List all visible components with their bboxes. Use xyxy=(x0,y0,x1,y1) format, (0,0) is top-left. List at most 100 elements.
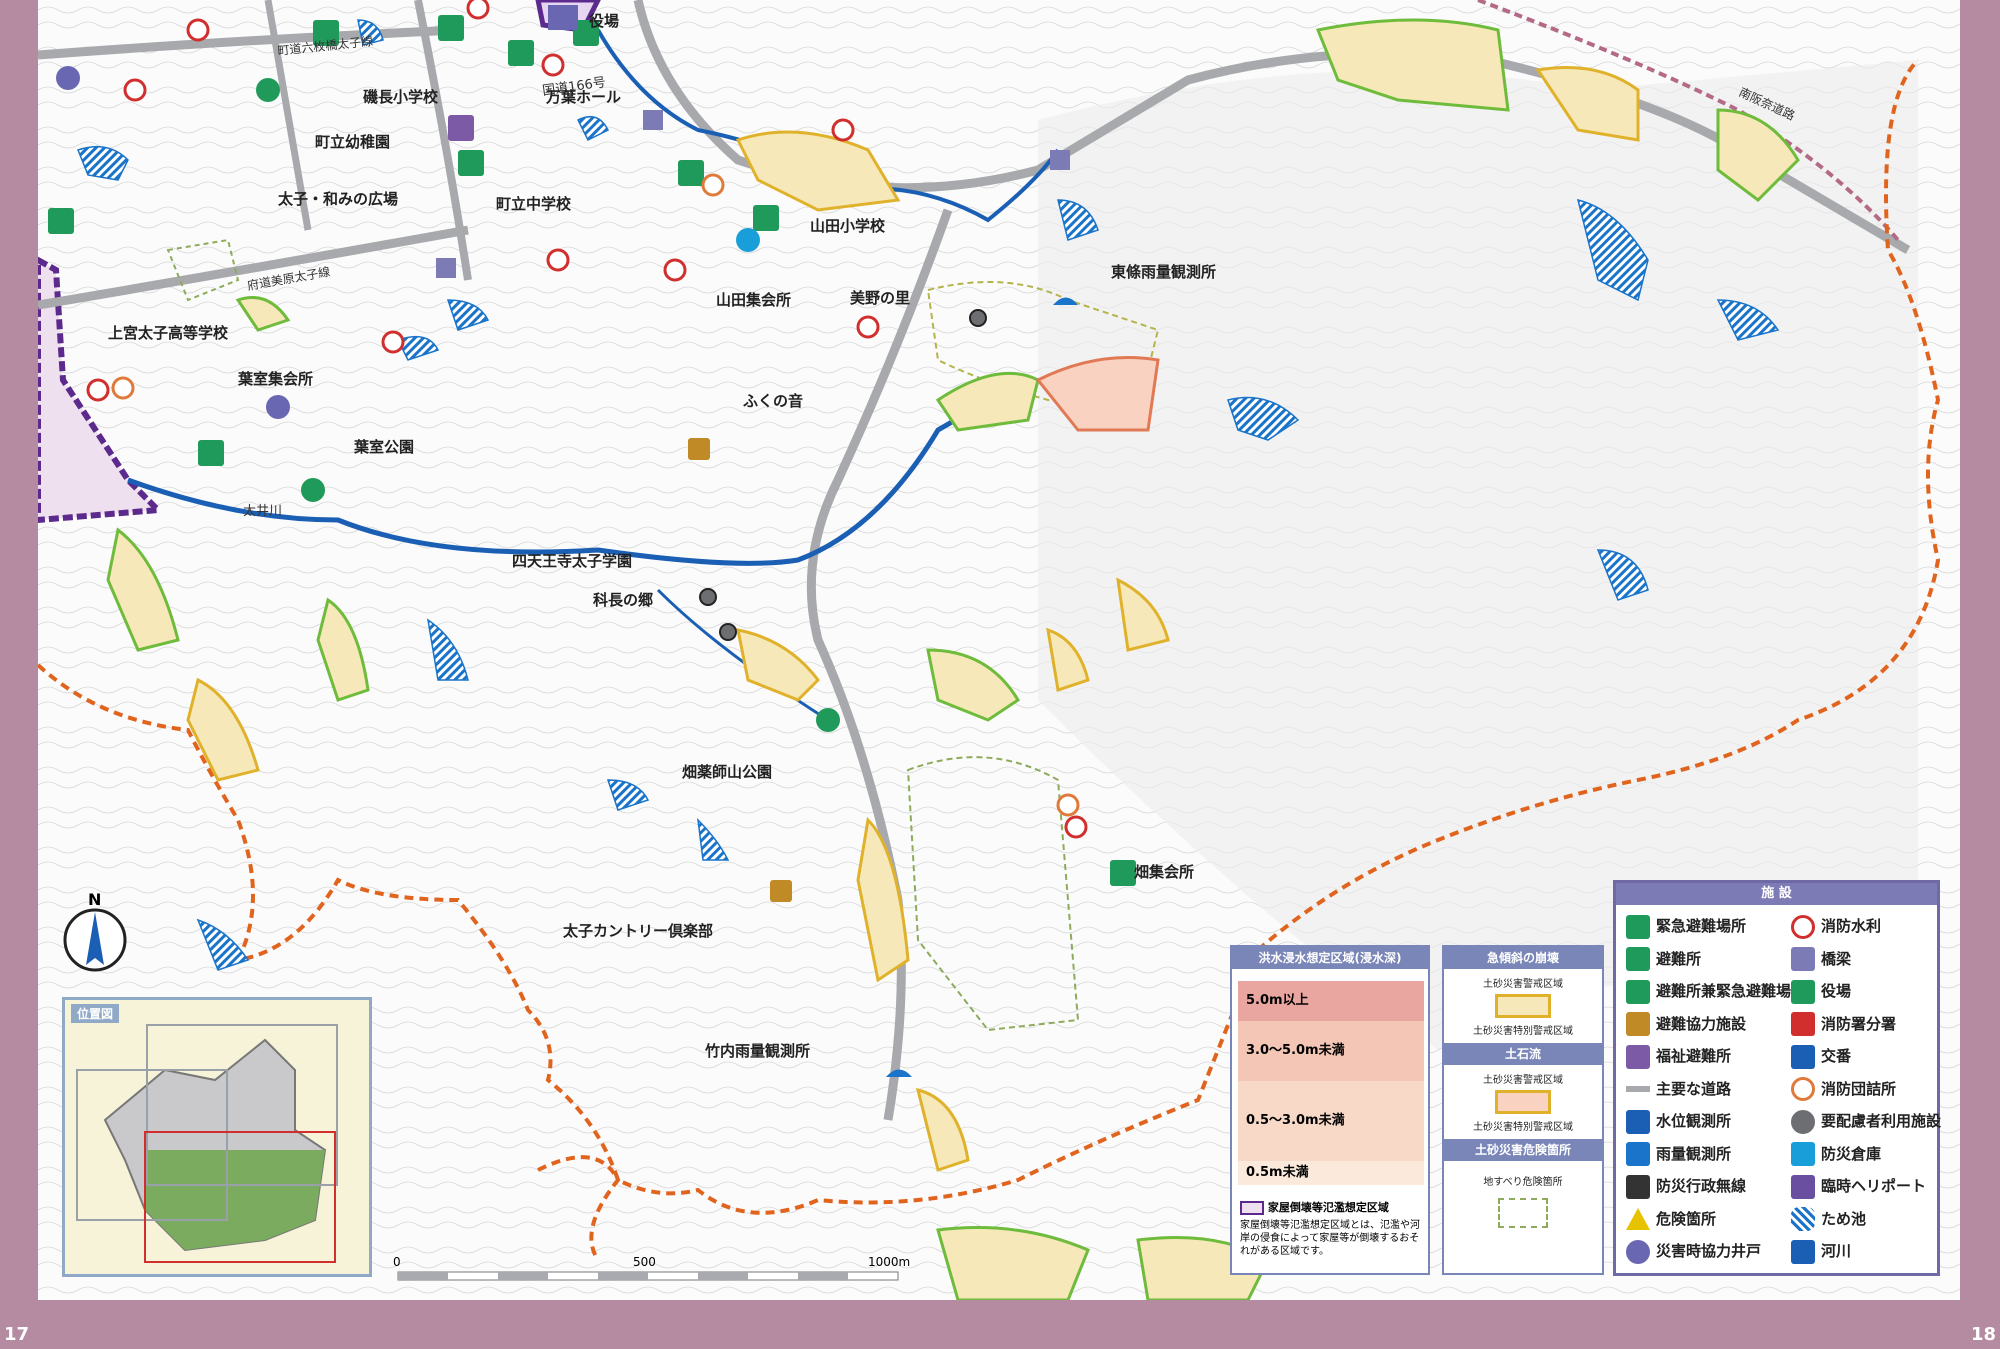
police-box-icon xyxy=(1791,1044,1815,1069)
legend-label: ため池 xyxy=(1821,1209,1867,1228)
legend-label: 防災倉庫 xyxy=(1821,1144,1882,1163)
pond-icon xyxy=(1791,1207,1815,1231)
debris-special: 土砂災害特別警戒区域 xyxy=(1473,1122,1573,1133)
north-arrow xyxy=(63,908,127,972)
label-takenouchi: 竹内雨量観測所 xyxy=(705,1042,811,1060)
label-country: 太子カントリー倶楽部 xyxy=(563,922,714,940)
label-chugakko: 町立中学校 xyxy=(496,195,572,213)
label-shinaga: 科長の郷 xyxy=(593,591,654,609)
label-minonosato: 美野の里 xyxy=(850,289,911,307)
flood-level-2: 3.0〜5.0m未満 xyxy=(1238,1021,1424,1081)
facility-legend-title: 施 設 xyxy=(1616,883,1937,905)
legend-item: 河川 xyxy=(1791,1236,1851,1266)
label-yamada-sho: 山田小学校 xyxy=(810,217,886,235)
legend-label: 防災行政無線 xyxy=(1656,1177,1747,1195)
scale-500: 500 xyxy=(633,1255,656,1269)
legend-item: 主要な道路 xyxy=(1626,1074,1731,1104)
legend-item: 災害時協力井戸 xyxy=(1626,1236,1761,1266)
legend-label: 河川 xyxy=(1821,1242,1852,1260)
label-yakuba: 役場 xyxy=(589,12,620,30)
steep-special: 土砂災害特別警戒区域 xyxy=(1473,1026,1573,1037)
label-manyo: 万葉ホール xyxy=(546,88,622,106)
legend-label: 雨量観測所 xyxy=(1656,1144,1732,1163)
facility-legend: 施 設 緊急避難場所 避難所避難所兼緊急避難場所避難協力施設 福祉避難所主要な道路水… xyxy=(1613,880,1941,1276)
legend-label: 災害時協力井戸 xyxy=(1656,1242,1762,1260)
rain-gauge-icon xyxy=(1626,1142,1650,1166)
steep-slope-title: 急傾斜の崩壊 xyxy=(1444,947,1602,969)
sediment-legend: 急傾斜の崩壊 土砂災害警戒区域 土砂災害特別警戒区域 土石流 土砂災害警戒区域 … xyxy=(1442,945,1604,1275)
cooperation-facility-icon xyxy=(1626,1012,1650,1036)
legend-label: 避難所 xyxy=(1656,949,1702,968)
legend-item: 防災行政無線 xyxy=(1626,1171,1746,1201)
river-icon xyxy=(1791,1239,1815,1264)
emergency-evacuation-icon xyxy=(1626,914,1650,939)
fire-brigade-icon xyxy=(1791,1077,1815,1101)
legend-label: 緊急避難場所 xyxy=(1656,917,1747,935)
legend-item: 福祉避難所 xyxy=(1626,1041,1731,1071)
legend-label: 消防団詰所 xyxy=(1821,1079,1897,1098)
north-label: N xyxy=(88,890,101,909)
landslide-label: 地すべり危険箇所 xyxy=(1483,1177,1563,1188)
scale-0: 0 xyxy=(393,1255,401,1269)
river-label: 太井川 xyxy=(243,504,282,519)
legend-item: 避難所 xyxy=(1626,944,1701,974)
steep-swatch xyxy=(1495,994,1551,1018)
label-fukunone: ふくの音 xyxy=(743,392,804,410)
legend-label: 危険箇所 xyxy=(1656,1209,1717,1228)
collapse-swatch xyxy=(1240,1201,1264,1215)
radio-icon xyxy=(1626,1174,1650,1199)
shelter-icon xyxy=(1626,947,1650,971)
legend-item: 危険箇所 xyxy=(1626,1204,1716,1234)
label-hiroba: 太子・和みの広場 xyxy=(278,190,399,208)
debris-title: 土石流 xyxy=(1444,1043,1602,1065)
collapse-note: 家屋倒壊等氾濫想定区域とは、氾濫や河岸の侵食によって家屋等が倒壊するおそれがある… xyxy=(1240,1220,1420,1257)
well-icon xyxy=(1626,1239,1650,1264)
legend-label: 消防署分署 xyxy=(1821,1014,1897,1033)
warehouse-icon xyxy=(1791,1142,1815,1166)
legend-item: 水位観測所 xyxy=(1626,1106,1731,1136)
label-hata-shukai: 畑集会所 xyxy=(1134,863,1195,881)
debris-warn: 土砂災害警戒区域 xyxy=(1483,1075,1563,1086)
water-gauge-icon xyxy=(1626,1109,1650,1134)
legend-item: 消防署分署 xyxy=(1791,1009,1896,1039)
legend-label: 消防水利 xyxy=(1821,917,1882,935)
label-shitennoji: 四天王寺太子学園 xyxy=(512,552,633,570)
label-hamuro-shukai: 葉室集会所 xyxy=(238,370,314,388)
collapse-legend: 家屋倒壊等氾濫想定区域 xyxy=(1240,1199,1389,1215)
collapse-label: 家屋倒壊等氾濫想定区域 xyxy=(1267,1201,1389,1214)
label-isonaga: 磯長小学校 xyxy=(363,88,439,106)
main-road-icon xyxy=(1626,1086,1650,1092)
label-hamuro-koen: 葉室公園 xyxy=(354,438,415,456)
legend-item: 防災倉庫 xyxy=(1791,1139,1881,1169)
flood-levels: 5.0m以上 3.0〜5.0m未満 0.5〜3.0m未満 0.5m未満 xyxy=(1238,975,1424,1195)
label-yochien: 町立幼稚園 xyxy=(315,133,391,151)
label-kamimiya: 上宮太子高等学校 xyxy=(108,324,229,342)
label-tojo: 東條雨量観測所 xyxy=(1111,263,1217,281)
legend-item: 役場 xyxy=(1791,976,1851,1006)
legend-item: 避難所兼緊急避難場所 xyxy=(1626,976,1806,1006)
legend-item: 緊急避難場所 xyxy=(1626,911,1746,941)
welfare-shelter-icon xyxy=(1626,1044,1650,1069)
label-yamada-shukai: 山田集会所 xyxy=(716,291,792,309)
legend-label: 主要な道路 xyxy=(1656,1079,1732,1098)
scale-bar xyxy=(397,1271,899,1281)
legend-item: 避難協力施設 xyxy=(1626,1009,1746,1039)
flood-legend-title: 洪水浸水想定区域(浸水深) xyxy=(1232,947,1428,969)
care-facility-icon xyxy=(1791,1109,1815,1134)
legend-item: 橋梁 xyxy=(1791,944,1851,974)
danger-icon xyxy=(1626,1208,1650,1230)
legend-label: 避難所兼緊急避難場所 xyxy=(1656,982,1807,1000)
steep-warn: 土砂災害警戒区域 xyxy=(1483,979,1563,990)
legend-item: 消防団詰所 xyxy=(1791,1074,1896,1104)
flood-legend: 洪水浸水想定区域(浸水深) 5.0m以上 3.0〜5.0m未満 0.5〜3.0m… xyxy=(1230,945,1430,1275)
legend-label: 橋梁 xyxy=(1821,949,1852,968)
location-map-shape xyxy=(76,1024,338,1263)
label-yakushiyama: 畑薬師山公園 xyxy=(682,763,773,781)
page-number-right: 18 xyxy=(1970,1324,1996,1345)
town-office-icon xyxy=(1791,979,1815,1004)
legend-label: 臨時ヘリポート xyxy=(1821,1177,1927,1195)
shelter-emergency-icon xyxy=(1626,979,1650,1004)
legend-label: 水位観測所 xyxy=(1656,1112,1732,1130)
flood-level-3: 0.5〜3.0m未満 xyxy=(1238,1081,1424,1161)
debris-swatch xyxy=(1495,1090,1551,1114)
